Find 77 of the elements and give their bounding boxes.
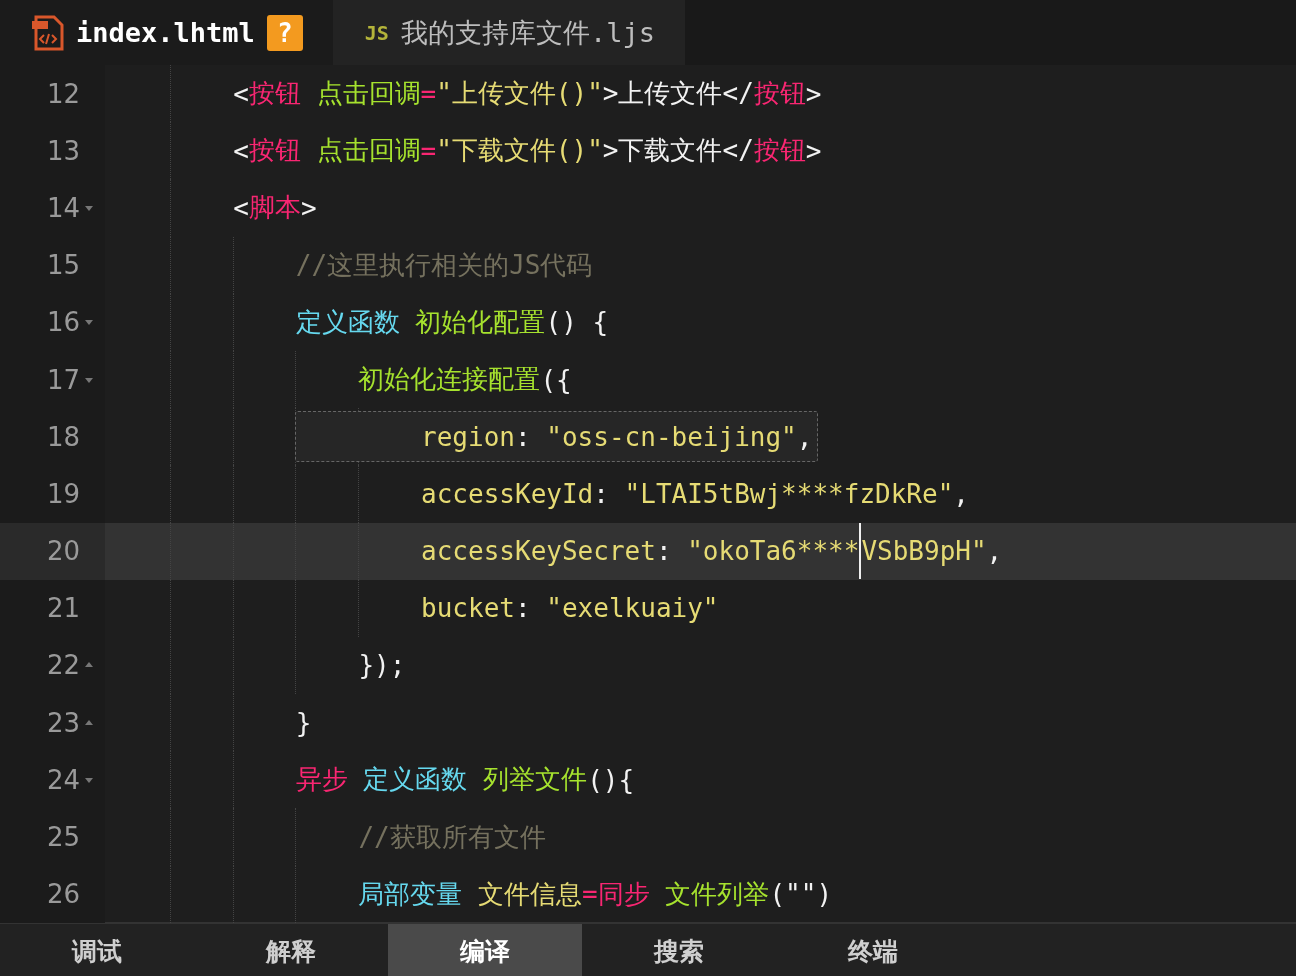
code-token: "LTAI5tBwj****fzDkRe" — [624, 478, 954, 509]
code-token: (){ — [587, 764, 635, 795]
code-token: 同步 — [597, 877, 650, 911]
code-token: 按钮 — [753, 77, 806, 111]
code-token: bucket — [420, 593, 515, 624]
code-token: , — [796, 421, 813, 452]
code-token: >下载文件</ — [602, 134, 754, 168]
code-token: "exelkuaiy" — [546, 593, 719, 624]
panel-tab[interactable]: 搜索 — [582, 924, 776, 976]
line-number: 19 — [45, 478, 80, 509]
code-token: "oss-cn-beijing" — [546, 421, 797, 452]
code-token: 按钮 — [248, 134, 301, 168]
line-number: 22 — [45, 650, 80, 681]
code-token: 定义函数 — [362, 763, 468, 797]
code-token: "下载文件()" — [436, 134, 603, 168]
code-token: () { — [545, 307, 609, 338]
code-token: }); — [357, 650, 406, 681]
code-token: VSbB9pH" — [861, 536, 987, 567]
line-number: 18 — [45, 421, 80, 452]
code-token: < — [232, 135, 249, 166]
code-token: 初始化配置 — [414, 305, 546, 339]
code-token: 文件列举 — [664, 877, 770, 911]
code-token: 局部变量 — [357, 877, 463, 911]
code-token: : — [655, 536, 673, 567]
code-token: ("") — [769, 879, 833, 910]
code-token: 点击回调 — [315, 77, 421, 111]
code-token: 脚本 — [248, 191, 301, 225]
code-token: //这里执行相关的JS代码 — [294, 248, 593, 282]
code-token: "okoTa6**** — [687, 536, 860, 567]
line-number: 21 — [45, 593, 80, 624]
code-token: 点击回调 — [315, 134, 421, 168]
code-token: } — [294, 707, 312, 738]
code-token: > — [805, 135, 822, 166]
code-token: accessKeyId — [420, 478, 594, 509]
code-token: region — [420, 421, 515, 452]
code-token: accessKeySecret — [420, 536, 656, 567]
code-token: : — [515, 593, 532, 624]
code-token: : — [515, 421, 532, 452]
code-token: = — [582, 879, 598, 910]
code-token: < — [232, 78, 249, 109]
code-token: = — [420, 135, 437, 166]
panel-tab[interactable]: 终端 — [776, 924, 970, 976]
line-number: 15 — [45, 250, 80, 281]
code-token: ({ — [540, 364, 572, 395]
code-token: , — [953, 478, 969, 509]
code-token: 按钮 — [753, 134, 806, 168]
code-token: , — [986, 536, 1003, 567]
line-number: 20 — [45, 536, 80, 567]
line-number: 12 — [45, 78, 80, 109]
panel-tab[interactable]: 调试 — [0, 924, 194, 976]
code-token: 文件信息 — [477, 877, 583, 911]
line-number: 14 — [45, 192, 80, 223]
code-token: 按钮 — [248, 77, 301, 111]
line-number: 23 — [45, 707, 80, 738]
line-number: 26 — [45, 879, 80, 910]
code-token: > — [300, 192, 317, 223]
line-number: 24 — [45, 764, 80, 795]
panel-tab[interactable]: 编译 — [388, 924, 582, 976]
code-token: = — [420, 78, 437, 109]
code-token: : — [593, 478, 610, 509]
code-token: 异步 — [294, 763, 348, 797]
code-token: 定义函数 — [294, 305, 400, 339]
html-file-icon — [32, 14, 64, 51]
code-token: >上传文件</ — [602, 77, 754, 111]
code-token: 初始化连接配置 — [357, 363, 541, 397]
code-token: //获取所有文件 — [357, 820, 546, 854]
line-number: 25 — [45, 822, 80, 853]
panel-tab[interactable]: 解释 — [194, 924, 388, 976]
code-token: > — [805, 78, 822, 109]
line-number: 16 — [45, 307, 80, 338]
code-token: 列举文件 — [482, 763, 588, 797]
line-number: 17 — [45, 364, 80, 395]
file-tab[interactable]: JS 我的支持库文件.ljs — [332, 0, 685, 65]
code-token: < — [232, 192, 249, 223]
js-file-label: JS — [364, 20, 389, 45]
line-number: 13 — [45, 135, 80, 166]
code-token: "上传文件()" — [436, 77, 603, 111]
